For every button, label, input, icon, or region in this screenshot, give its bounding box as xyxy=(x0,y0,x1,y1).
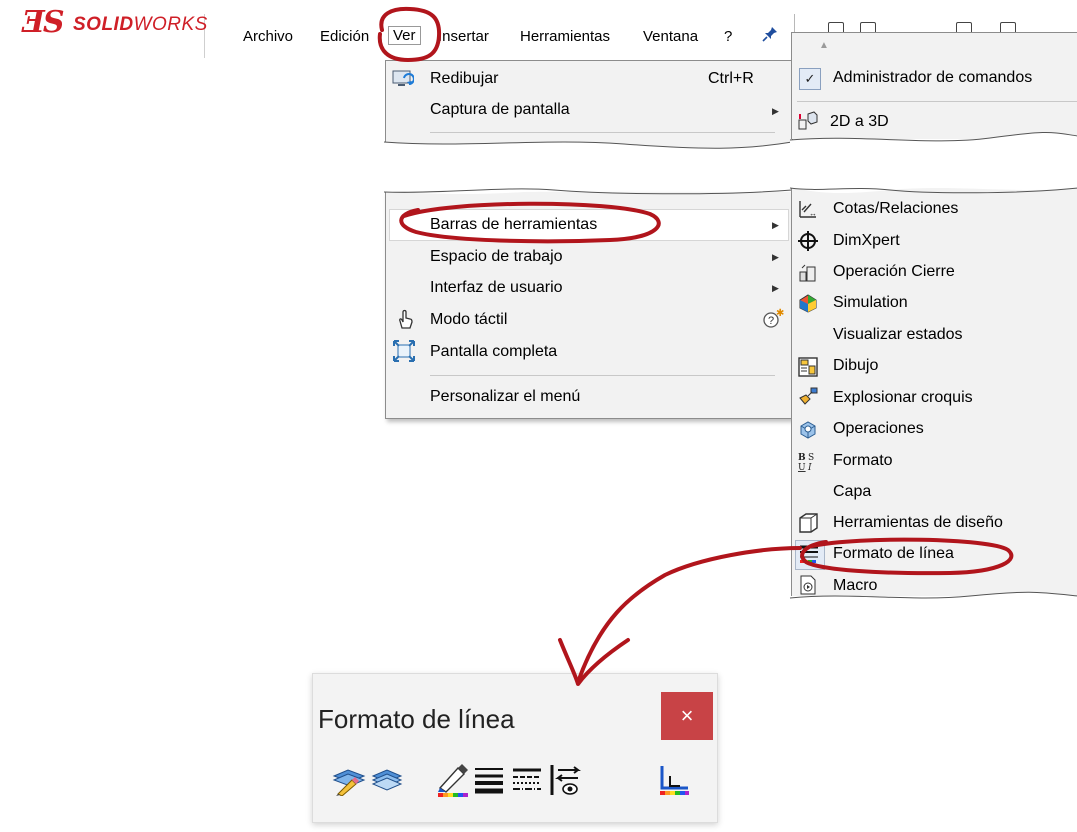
annotation-layer xyxy=(377,6,1014,686)
